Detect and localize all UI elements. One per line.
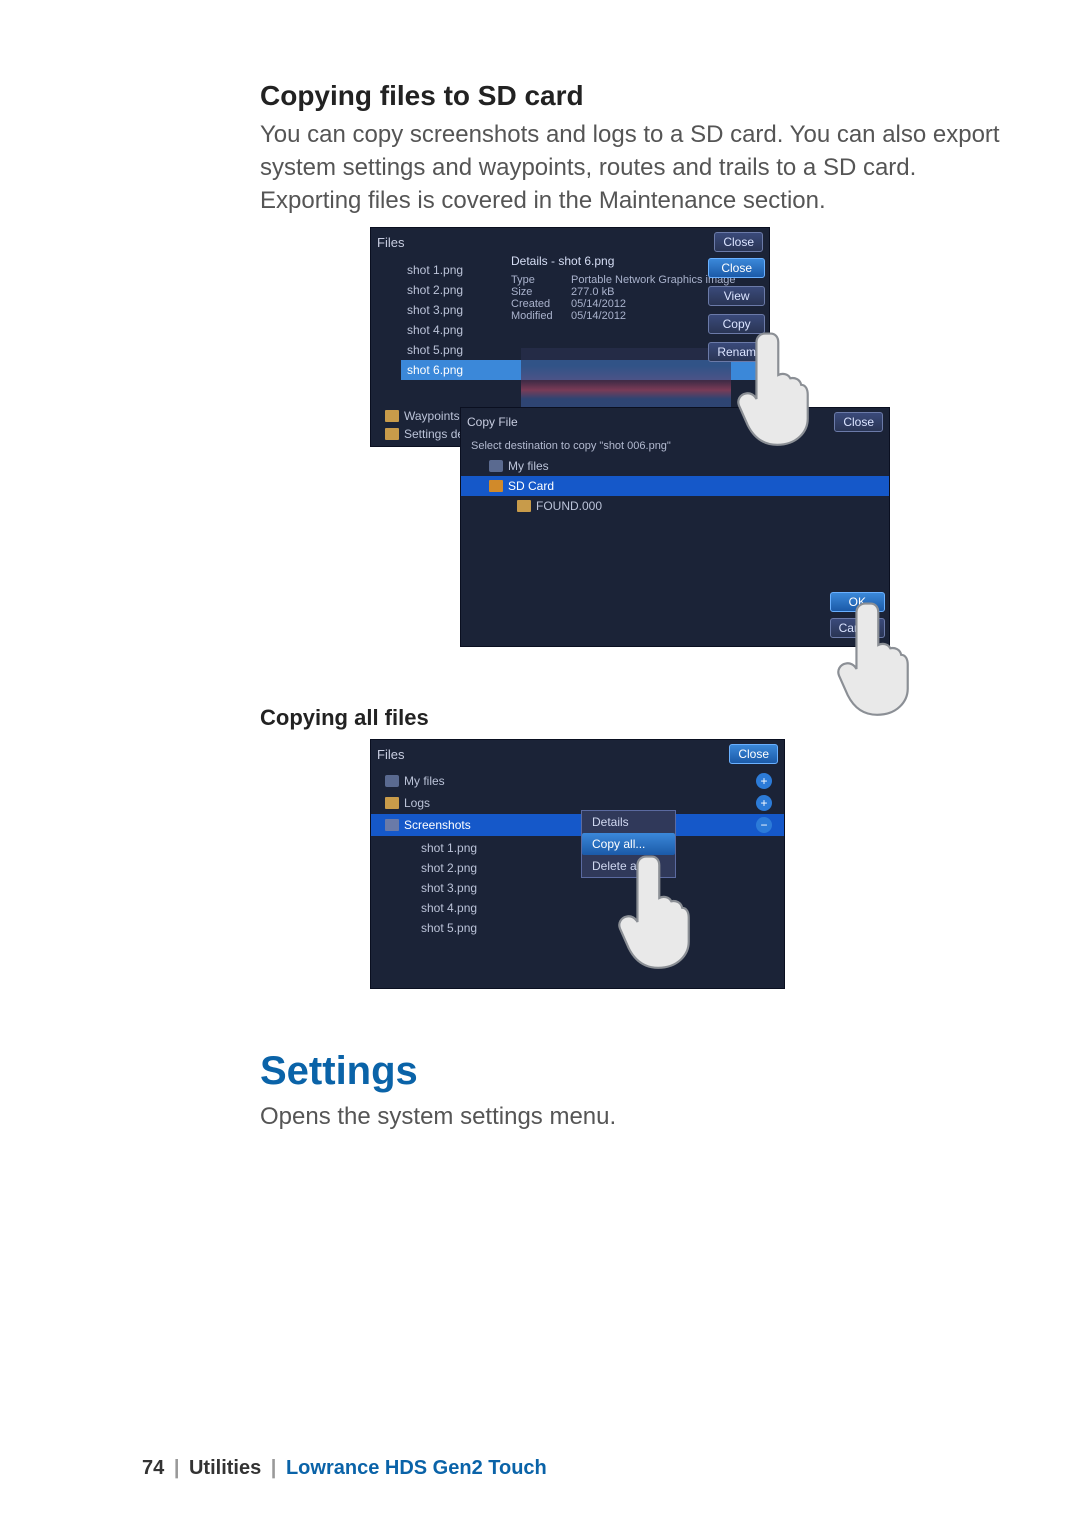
heading-settings: Settings xyxy=(260,1049,1020,1094)
view-button[interactable]: View xyxy=(708,286,765,306)
close-button[interactable]: Close xyxy=(714,232,763,252)
heading-copying-files: Copying files to SD card xyxy=(260,80,1020,112)
folder-icon xyxy=(385,410,399,422)
details-row: Created05/14/2012 xyxy=(511,298,741,310)
file-item[interactable]: shot 3.png xyxy=(415,878,784,898)
details-row: Modified05/14/2012 xyxy=(511,310,741,322)
tree-item[interactable]: Logs+ xyxy=(371,792,784,814)
dest-item[interactable]: FOUND.000 xyxy=(461,496,889,516)
copy-dest-prompt: Select destination to copy "shot 006.png… xyxy=(461,436,889,456)
touch-finger-icon xyxy=(740,327,810,447)
settings-body: Opens the system settings menu. xyxy=(260,1100,1020,1133)
page-number: 74 xyxy=(142,1457,164,1479)
dest-item[interactable]: SD Card xyxy=(461,476,889,496)
file-item[interactable]: shot 4.png xyxy=(415,898,784,918)
tree-waypoints[interactable]: Waypoints, xyxy=(371,406,469,426)
close-button[interactable]: Close xyxy=(708,258,765,278)
details-title: Details - shot 6.png xyxy=(511,254,741,268)
details-row: Size277.0 kB xyxy=(511,286,741,298)
close-button[interactable]: Close xyxy=(834,412,883,432)
dest-item[interactable]: My files xyxy=(461,456,889,476)
tree-item[interactable]: Screenshots− xyxy=(371,814,784,836)
details-row: TypePortable Network Graphics image xyxy=(511,274,741,286)
touch-finger-icon xyxy=(621,850,691,970)
touch-finger-icon xyxy=(840,597,910,717)
copy-file-title: Copy File xyxy=(467,415,518,429)
sh-icon xyxy=(385,819,399,831)
tree-item[interactable]: My files+ xyxy=(371,770,784,792)
menu-item[interactable]: Details xyxy=(582,811,675,833)
files-title: Files xyxy=(377,747,404,762)
files-title: Files xyxy=(377,235,404,250)
footer-chapter: Utilities xyxy=(189,1457,261,1479)
close-button[interactable]: Close xyxy=(729,744,778,764)
file-item[interactable]: shot 5.png xyxy=(415,918,784,938)
fold-icon xyxy=(385,797,399,809)
screenshot-copy-single: Files Close shot 1.pngshot 2.pngshot 3.p… xyxy=(370,227,900,687)
expand-icon[interactable]: + xyxy=(756,795,772,811)
hdd-icon xyxy=(489,460,503,472)
copy-file-panel: Copy File Close Select destination to co… xyxy=(460,407,890,647)
hdd-icon xyxy=(385,775,399,787)
footer-product: Lowrance HDS Gen2 Touch xyxy=(286,1457,547,1479)
tree-settings[interactable]: Settings de xyxy=(371,424,470,444)
screenshot-copy-all: Files Close My files+Logs+Screenshots− s… xyxy=(370,739,785,989)
fold-icon xyxy=(517,500,531,512)
preview-thumbnail xyxy=(521,348,731,408)
page-footer: 74 | Utilities | Lowrance HDS Gen2 Touch xyxy=(142,1457,547,1480)
expand-icon[interactable]: + xyxy=(756,773,772,789)
sd-icon xyxy=(489,480,503,492)
folder-icon xyxy=(385,428,399,440)
details-pane: Details - shot 6.png TypePortable Networ… xyxy=(511,254,741,322)
intro-paragraph: You can copy screenshots and logs to a S… xyxy=(260,118,1020,217)
expand-icon[interactable]: − xyxy=(756,817,772,833)
files-panel: Files Close My files+Logs+Screenshots− s… xyxy=(370,739,785,989)
